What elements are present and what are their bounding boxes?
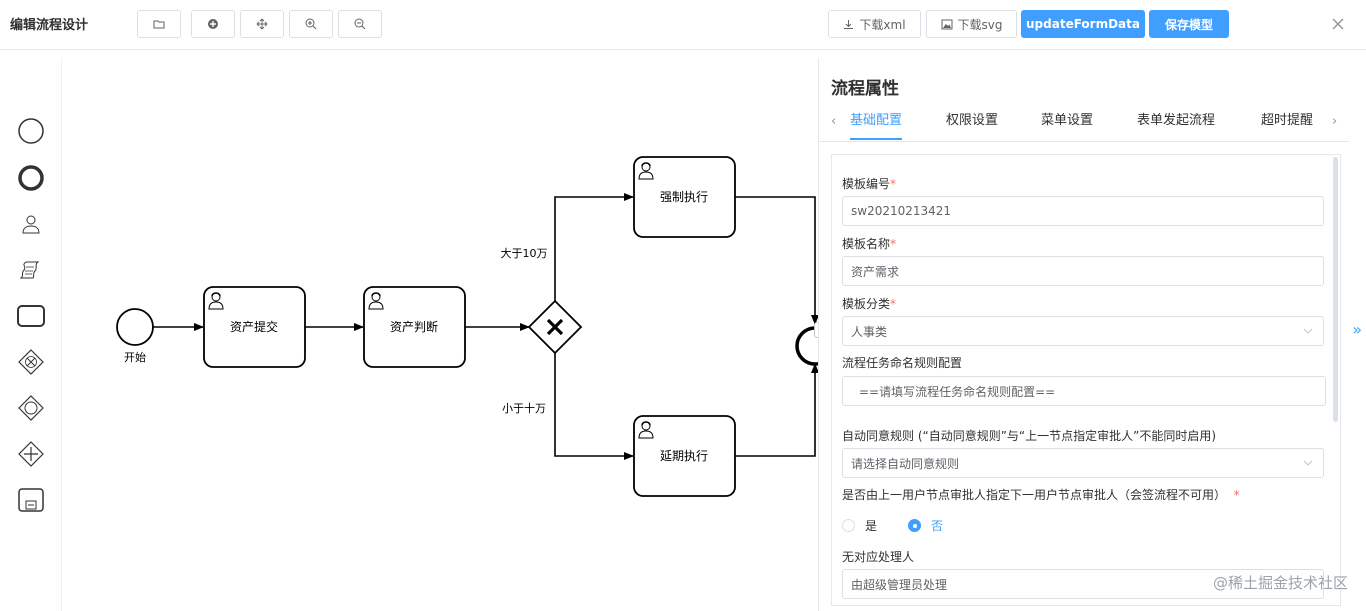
- task-asset-judge[interactable]: 资产判断: [363, 286, 466, 368]
- flow-delay-end[interactable]: [735, 363, 818, 457]
- radio-no-dot: [908, 519, 921, 532]
- template-code-label: 模板编号*: [842, 177, 897, 191]
- no-handler-label: 无对应处理人: [842, 550, 915, 564]
- flow-gateway-delay[interactable]: [554, 353, 634, 460]
- basic-config-form: 模板编号* sw20210213421 模板名称* 资产需求 模板分类* 人事类…: [831, 154, 1341, 606]
- chevron-down-icon: [1303, 328, 1313, 334]
- flow-force-end[interactable]: [735, 196, 818, 325]
- diagram-canvas[interactable]: 开始 资产提交 资产判断 大于10万 小于十万 强制执行 延期执行: [62, 58, 818, 611]
- zoom-in-icon: [305, 18, 317, 30]
- task-icon: [17, 305, 45, 327]
- zoom-in-button[interactable]: [289, 10, 333, 38]
- flow-label-gt: 大于10万: [501, 246, 548, 260]
- palette-end-event[interactable]: [16, 163, 46, 193]
- start-event[interactable]: [116, 308, 154, 346]
- flow-label-lt: 小于十万: [502, 401, 546, 415]
- naming-rule-label: 流程任务命名规则配置: [842, 356, 963, 370]
- properties-tabs: ‹ 基础配置 权限设置 菜单设置 表单发起流程 超时提醒 ›: [819, 106, 1349, 142]
- task-label: 强制执行: [660, 190, 708, 204]
- naming-rule-input[interactable]: ==请填写流程任务命名规则配置==: [842, 376, 1326, 406]
- palette-parallel-gateway[interactable]: [16, 439, 46, 469]
- auto-agree-select[interactable]: 请选择自动同意规则: [842, 448, 1324, 478]
- start-event-label: 开始: [124, 350, 146, 364]
- exclusive-gateway[interactable]: [527, 299, 583, 355]
- download-icon: [844, 19, 854, 29]
- expand-panel-icon[interactable]: »: [1352, 320, 1362, 339]
- add-button[interactable]: [191, 10, 235, 38]
- template-name-input[interactable]: 资产需求: [842, 256, 1324, 286]
- header: 编辑流程设计 下载xml 下载svg updateFormData 保存模型: [0, 0, 1366, 50]
- subprocess-icon: [18, 488, 44, 512]
- script-icon: [20, 261, 40, 279]
- palette-user-task[interactable]: [16, 209, 46, 239]
- page-title: 编辑流程设计: [10, 18, 89, 33]
- plus-circle-icon: [208, 19, 218, 29]
- tab-permissions[interactable]: 权限设置: [946, 110, 998, 140]
- task-label: 资产判断: [390, 319, 438, 334]
- watermark: @稀土掘金技术社区: [1212, 574, 1348, 592]
- end-event-icon: [18, 165, 44, 191]
- task-asset-submit[interactable]: 资产提交: [203, 286, 306, 368]
- template-category-select[interactable]: 人事类: [842, 316, 1324, 346]
- image-icon: [941, 19, 952, 29]
- properties-panel: 流程属性 ‹ 基础配置 权限设置 菜单设置 表单发起流程 超时提醒 › 模板编号…: [818, 58, 1366, 611]
- download-svg-button[interactable]: 下载svg: [926, 10, 1017, 38]
- tab-form-launch[interactable]: 表单发起流程: [1137, 110, 1215, 140]
- tab-scroll-left-icon[interactable]: ‹: [831, 114, 836, 129]
- template-name-label: 模板名称*: [842, 237, 897, 251]
- move-icon: [256, 18, 268, 30]
- tab-timeout-reminder[interactable]: 超时提醒: [1261, 110, 1313, 140]
- chevron-down-icon: [1303, 460, 1313, 466]
- tab-basic-config[interactable]: 基础配置: [850, 110, 903, 140]
- prev-assign-label: 是否由上一用户节点审批人指定下一用户节点审批人（会签流程不可用） *: [842, 488, 1240, 502]
- task-label: 资产提交: [230, 319, 278, 334]
- auto-agree-label: 自动同意规则 (“自动同意规则”与“上一节点指定审批人”不能同时启用): [842, 429, 1217, 443]
- template-code-input[interactable]: sw20210213421: [842, 196, 1324, 226]
- radio-yes[interactable]: 是: [842, 517, 877, 534]
- task-force-exec[interactable]: 强制执行: [633, 156, 736, 238]
- zoom-out-icon: [354, 18, 366, 30]
- save-model-button[interactable]: 保存模型: [1149, 10, 1229, 38]
- palette-inclusive-gateway[interactable]: [16, 393, 46, 423]
- zoom-out-button[interactable]: [338, 10, 382, 38]
- user-icon: [22, 215, 40, 234]
- radio-no[interactable]: 否: [908, 517, 943, 534]
- panel-title: 流程属性: [831, 79, 899, 99]
- close-icon[interactable]: [1330, 16, 1346, 32]
- tool-palette: [0, 58, 62, 611]
- parallel-gateway-icon: [18, 441, 44, 467]
- start-event-icon: [18, 118, 44, 144]
- tab-menu-settings[interactable]: 菜单设置: [1041, 110, 1093, 140]
- radio-yes-dot: [842, 519, 855, 532]
- folder-icon: [153, 20, 165, 29]
- inclusive-gateway-icon: [18, 395, 44, 421]
- palette-subprocess[interactable]: [16, 485, 46, 515]
- flow-gateway-force[interactable]: [554, 193, 634, 301]
- palette-script-task[interactable]: [16, 255, 46, 285]
- task-label: 延期执行: [660, 449, 708, 463]
- task-delay-exec[interactable]: 延期执行: [633, 415, 736, 497]
- bpmn-diagram[interactable]: 开始 资产提交 资产判断 大于10万 小于十万 强制执行 延期执行: [62, 58, 818, 611]
- download-xml-button[interactable]: 下载xml: [828, 10, 921, 38]
- update-form-data-button[interactable]: updateFormData: [1021, 10, 1145, 38]
- palette-start-event[interactable]: [16, 116, 46, 146]
- form-scrollbar[interactable]: [1333, 157, 1338, 422]
- template-category-label: 模板分类*: [842, 297, 897, 311]
- exclusive-gateway-icon: [18, 349, 44, 375]
- open-file-button[interactable]: [137, 10, 181, 38]
- move-button[interactable]: [240, 10, 284, 38]
- tab-scroll-right-icon[interactable]: ›: [1332, 114, 1337, 129]
- palette-exclusive-gateway[interactable]: [16, 347, 46, 377]
- palette-task[interactable]: [16, 301, 46, 331]
